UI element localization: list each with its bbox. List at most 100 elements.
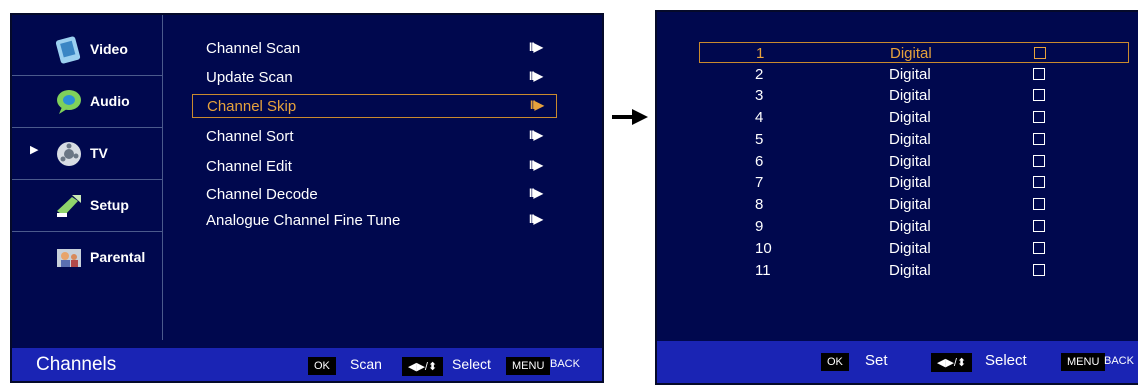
channel-type: Digital: [889, 196, 931, 213]
channel-type: Digital: [890, 45, 932, 62]
channel-type: Digital: [889, 66, 931, 83]
enter-arrow-icon: II▶: [529, 186, 543, 200]
video-icon: [55, 36, 81, 64]
channel-row[interactable]: 4 Digital: [699, 107, 1129, 128]
enter-arrow-icon: II▶: [530, 98, 544, 112]
channel-type: Digital: [889, 218, 931, 235]
channel-number: 6: [755, 153, 764, 170]
menu-item-update-scan[interactable]: Update Scan II▶: [192, 66, 557, 90]
channel-number: 10: [755, 240, 772, 257]
channel-row[interactable]: 9 Digital: [699, 216, 1129, 237]
enter-arrow-icon: II▶: [529, 40, 543, 54]
channel-type: Digital: [889, 174, 931, 191]
enter-arrow-icon: II▶: [529, 158, 543, 172]
skip-checkbox[interactable]: [1033, 111, 1045, 123]
menu-item-channel-scan[interactable]: Channel Scan II▶: [192, 37, 557, 61]
active-indicator-icon: ▶: [30, 144, 39, 156]
setup-icon: [57, 195, 81, 217]
menu-item-label: Channel Scan: [206, 40, 301, 57]
skip-checkbox[interactable]: [1033, 264, 1045, 276]
channel-type: Digital: [889, 131, 931, 148]
menu-item-label: Channel Skip: [207, 98, 297, 115]
channel-type: Digital: [889, 240, 931, 257]
skip-checkbox[interactable]: [1033, 89, 1045, 101]
channel-number: 7: [755, 174, 764, 191]
menu-key-badge: MENU: [506, 357, 551, 375]
channel-type: Digital: [889, 153, 931, 170]
channel-number: 9: [755, 218, 764, 235]
menu-action-label: BACK: [550, 358, 580, 370]
menu-item-channel-edit[interactable]: Channel Edit II▶: [192, 155, 557, 179]
nav-key-badge: ◀▶/⬍: [931, 353, 973, 372]
menu-item-label: Update Scan: [206, 69, 293, 86]
channel-row[interactable]: 7 Digital: [699, 172, 1129, 193]
channel-row[interactable]: 2 Digital: [699, 64, 1129, 85]
channel-row[interactable]: 10 Digital: [699, 238, 1129, 259]
sidebar-item-video[interactable]: Video: [12, 23, 162, 76]
ok-action-label: Scan: [350, 356, 382, 372]
skip-checkbox[interactable]: [1034, 47, 1046, 59]
menu-item-label: Channel Sort: [206, 128, 294, 145]
channel-number: 4: [755, 109, 764, 126]
channels-menu-panel: Video Audio ▶ TV Setup Parental Channel …: [10, 13, 604, 383]
enter-arrow-icon: II▶: [529, 212, 543, 226]
sidebar-item-label: Parental: [90, 249, 146, 265]
left-footer-bar: Channels OK Scan ◀▶/⬍ Select MENU BACK: [12, 348, 602, 381]
channel-number: 2: [755, 66, 764, 83]
skip-checkbox[interactable]: [1033, 242, 1045, 254]
sidebar-item-parental[interactable]: Parental: [12, 231, 162, 283]
channel-row[interactable]: 3 Digital: [699, 85, 1129, 106]
channel-number: 8: [755, 196, 764, 213]
category-sidebar: Video Audio ▶ TV Setup Parental: [12, 15, 163, 340]
right-footer-bar: OK Set ◀▶/⬍ Select MENU BACK: [657, 341, 1138, 383]
sidebar-item-label: Setup: [90, 197, 129, 213]
menu-item-analogue-fine-tune[interactable]: Analogue Channel Fine Tune II▶: [192, 209, 557, 233]
channel-skip-panel: 1 Digital 2 Digital 3 Digital 4 Digital …: [655, 10, 1138, 385]
channel-number: 1: [756, 45, 765, 62]
skip-checkbox[interactable]: [1033, 155, 1045, 167]
sidebar-item-setup[interactable]: Setup: [12, 179, 162, 232]
skip-checkbox[interactable]: [1033, 133, 1045, 145]
nav-action-label: Select: [985, 352, 1027, 369]
sidebar-item-audio[interactable]: Audio: [12, 75, 162, 128]
sidebar-item-label: TV: [90, 145, 108, 161]
skip-checkbox[interactable]: [1033, 220, 1045, 232]
menu-key-badge: MENU: [1061, 353, 1106, 371]
channel-row[interactable]: 8 Digital: [699, 194, 1129, 215]
channel-number: 3: [755, 87, 764, 104]
parental-icon: [57, 249, 81, 267]
channel-type: Digital: [889, 87, 931, 104]
channel-row[interactable]: 6 Digital: [699, 151, 1129, 172]
menu-item-label: Channel Decode: [206, 186, 318, 203]
tv-icon: [57, 142, 81, 166]
sidebar-item-tv[interactable]: ▶ TV: [12, 127, 162, 180]
channel-row[interactable]: 11 Digital: [699, 260, 1129, 281]
channel-number: 5: [755, 131, 764, 148]
channel-row[interactable]: 1 Digital: [699, 42, 1129, 63]
sidebar-item-label: Audio: [90, 93, 130, 109]
channel-type: Digital: [889, 262, 931, 279]
channel-row[interactable]: 5 Digital: [699, 129, 1129, 150]
enter-arrow-icon: II▶: [529, 128, 543, 142]
channel-number: 11: [755, 262, 771, 279]
menu-item-channel-sort[interactable]: Channel Sort II▶: [192, 125, 557, 149]
ok-key-badge: OK: [821, 353, 849, 371]
menu-action-label: BACK: [1104, 355, 1134, 367]
menu-title: Channels: [36, 354, 117, 375]
channel-type: Digital: [889, 109, 931, 126]
sidebar-item-label: Video: [90, 41, 128, 57]
menu-item-channel-decode[interactable]: Channel Decode II▶: [192, 183, 557, 207]
nav-key-badge: ◀▶/⬍: [402, 357, 444, 376]
ok-key-badge: OK: [308, 357, 336, 375]
nav-action-label: Select: [452, 356, 491, 372]
skip-checkbox[interactable]: [1033, 198, 1045, 210]
menu-item-label: Channel Edit: [206, 158, 292, 175]
audio-icon: [57, 90, 81, 114]
menu-item-label: Analogue Channel Fine Tune: [206, 212, 401, 229]
menu-item-channel-skip[interactable]: Channel Skip II▶: [192, 94, 557, 118]
arrow-right-icon: [612, 109, 648, 125]
ok-action-label: Set: [865, 352, 888, 369]
enter-arrow-icon: II▶: [529, 69, 543, 83]
skip-checkbox[interactable]: [1033, 176, 1045, 188]
skip-checkbox[interactable]: [1033, 68, 1045, 80]
